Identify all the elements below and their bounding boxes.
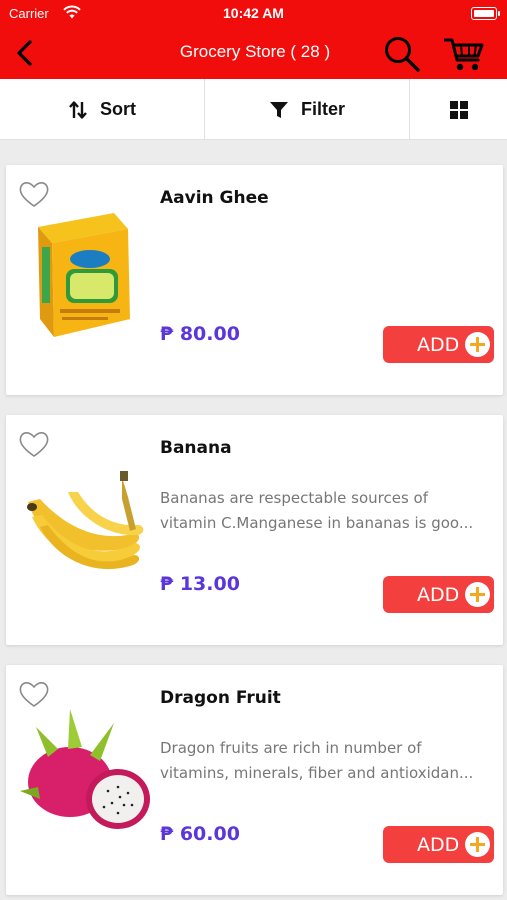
grid-view-button[interactable] (410, 79, 507, 140)
plus-circle-icon (465, 832, 490, 857)
product-card[interactable]: Dragon Fruit Dragon fruits are rich in n… (6, 665, 503, 895)
description-line: vitamins, minerals, fiber and antioxidan… (160, 764, 474, 782)
filter-label: Filter (300, 99, 345, 119)
product-description: Dragon fruits are rich in number of vita… (160, 736, 485, 786)
sort-filter-bar: Sort Filter (0, 79, 507, 140)
product-card[interactable]: Aavin Ghee ₱ 80.00 ADD (6, 165, 503, 395)
search-icon[interactable] (383, 35, 421, 73)
add-label: ADD (417, 833, 460, 856)
product-price: ₱ 13.00 (160, 573, 240, 595)
battery-icon (471, 7, 500, 20)
clock: 10:42 AM (223, 5, 284, 21)
sort-icon (69, 100, 87, 119)
favorite-heart-icon[interactable] (18, 179, 50, 209)
page-title: Grocery Store ( 28 ) (179, 42, 331, 61)
product-card[interactable]: Banana Bananas are respectable sources o… (6, 415, 503, 645)
product-name: Aavin Ghee (160, 188, 269, 208)
dragon-fruit-image (20, 709, 150, 829)
status-bar: Carrier 10:42 AM (0, 0, 507, 28)
cart-icon[interactable] (444, 36, 484, 72)
sort-label: Sort (100, 99, 136, 119)
description-line: Dragon fruits are rich in number of (160, 739, 422, 757)
product-price: ₱ 60.00 (160, 823, 240, 845)
plus-circle-icon (465, 332, 490, 357)
banana-image (27, 471, 144, 570)
add-label: ADD (417, 333, 460, 356)
back-arrow-icon[interactable] (10, 38, 40, 68)
add-to-cart-button[interactable]: ADD (383, 326, 494, 363)
ghee-box-image (38, 213, 130, 337)
filter-icon (269, 101, 288, 118)
plus-circle-icon (465, 582, 490, 607)
add-to-cart-button[interactable]: ADD (383, 576, 494, 613)
product-name: Dragon Fruit (160, 688, 281, 708)
description-line: vitamin C.Manganese in bananas is goo... (160, 514, 474, 532)
product-name: Banana (160, 438, 232, 458)
add-to-cart-button[interactable]: ADD (383, 826, 494, 863)
favorite-heart-icon[interactable] (18, 679, 50, 709)
filter-button[interactable]: Filter (205, 79, 410, 140)
product-price: ₱ 80.00 (160, 323, 240, 345)
nav-bar: Grocery Store ( 28 ) (0, 28, 507, 79)
favorite-heart-icon[interactable] (18, 429, 50, 459)
app-header: Carrier 10:42 AM Grocery Store ( 28 ) (0, 0, 507, 79)
product-description: Bananas are respectable sources of vitam… (160, 486, 485, 536)
grid-icon (449, 100, 468, 119)
add-label: ADD (417, 583, 460, 606)
description-line: Bananas are respectable sources of (160, 489, 428, 507)
sort-button[interactable]: Sort (0, 79, 205, 140)
